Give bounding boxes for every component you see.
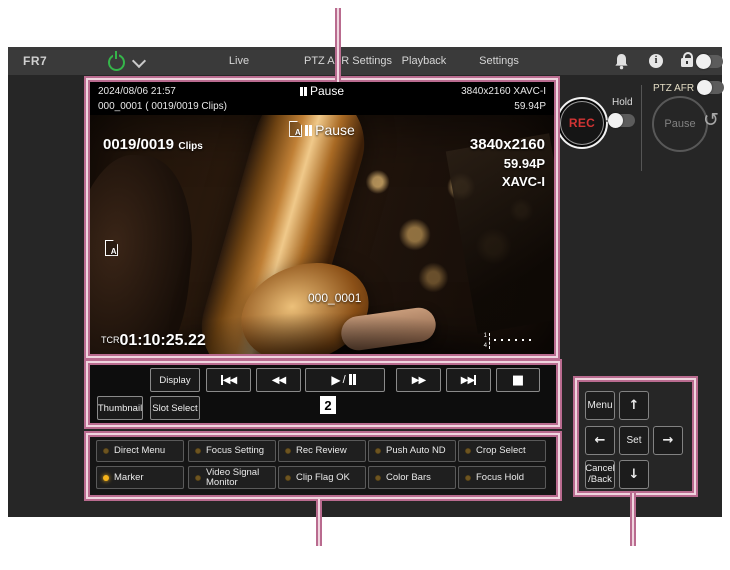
menu-button[interactable]: Menu: [585, 391, 615, 420]
rec-button[interactable]: REC: [556, 97, 608, 149]
playback-controls-annotation-box: Display ◀◀ ◀◀ ▶ / ▶▶ ▶▶ ■ Thumbnail Slot…: [88, 363, 558, 425]
assign-button-focus-setting[interactable]: Focus Setting: [188, 440, 276, 462]
monitor-annotation-box: 2024/08/06 21:57 3840x2160 XAVC-I Pause …: [88, 80, 556, 356]
pause-bars-icon: [349, 374, 359, 387]
stop-button[interactable]: ■: [496, 368, 540, 392]
assignable-buttons-annotation-box: Direct Menu Focus Setting Rec Review Pus…: [88, 435, 558, 497]
prev-icon: ◀◀: [223, 375, 236, 386]
left-button[interactable]: ←: [585, 426, 615, 455]
play-pause-button[interactable]: ▶ /: [305, 368, 385, 392]
pause-bars-icon: [305, 122, 315, 138]
stop-icon: ■: [512, 373, 524, 388]
app-title: FR7: [23, 47, 47, 75]
pause-bars-icon: [300, 84, 310, 98]
previous-clip-button[interactable]: ◀◀: [206, 368, 251, 392]
ptz-afr-label: PTZ AFR: [653, 83, 694, 94]
cancel-line2: /Back: [588, 475, 612, 485]
up-button[interactable]: ↑: [619, 391, 649, 420]
set-button[interactable]: Set: [619, 426, 649, 455]
assign-button-rec-review[interactable]: Rec Review: [278, 440, 366, 462]
led-indicator: [465, 475, 471, 481]
up-arrow-icon: ↑: [629, 398, 640, 413]
next-bar-icon: [474, 375, 476, 385]
video-frame: APause 0019/0019 Clips 3840x2160 59.94P …: [90, 115, 554, 354]
tab-playback[interactable]: Playback: [394, 47, 454, 75]
tab-ptz-afr-settings[interactable]: PTZ AFR Settings: [296, 47, 400, 75]
audio-level-meter: 14: [484, 331, 534, 349]
monitor-fps: 59.94P: [514, 101, 546, 112]
reset-icon[interactable]: ↺: [703, 109, 719, 131]
led-indicator: [375, 475, 381, 481]
play-icon: ▶: [331, 373, 339, 387]
next-icon: ▶▶: [461, 375, 474, 386]
separator: /: [343, 374, 346, 386]
down-arrow-icon: ↓: [629, 467, 640, 482]
callout-line-dpad: [630, 493, 636, 546]
osd-clip-name: 000_0001: [308, 291, 361, 305]
tab-live[interactable]: Live: [209, 47, 269, 75]
right-button[interactable]: →: [653, 426, 683, 455]
assign-button-marker[interactable]: Marker: [96, 466, 184, 489]
osd-timecode: TCR01:10:25.22: [101, 332, 206, 350]
assign-button-focus-hold[interactable]: Focus Hold: [458, 466, 546, 489]
lock-icon[interactable]: [681, 52, 693, 70]
led-indicator: [285, 475, 291, 481]
osd-format-stack: 3840x2160 59.94P XAVC-I: [470, 136, 545, 189]
led-indicator: [465, 448, 471, 454]
thumbnail-button[interactable]: Thumbnail: [97, 396, 143, 420]
annotation-badge-2: 2: [320, 396, 336, 414]
monitor-info-bar: 2024/08/06 21:57 3840x2160 XAVC-I Pause …: [90, 82, 554, 115]
hold-toggle[interactable]: [609, 114, 635, 127]
slot-a-icon: A: [105, 240, 121, 257]
osd-framerate: 59.94P: [470, 156, 545, 171]
monitor-status: Pause: [90, 84, 554, 98]
callout-line-assignable: [316, 499, 322, 546]
rewind-button[interactable]: ◀◀: [256, 368, 301, 392]
assign-button-push-auto-nd[interactable]: Push Auto ND: [368, 440, 456, 462]
led-indicator: [195, 475, 201, 481]
assign-button-video-signal-monitor[interactable]: Video Signal Monitor: [188, 466, 276, 489]
next-clip-button[interactable]: ▶▶: [446, 368, 491, 392]
assign-button-clip-flag-ok[interactable]: Clip Flag OK: [278, 466, 366, 489]
assign-button-crop-select[interactable]: Crop Select: [458, 440, 546, 462]
display-button[interactable]: Display: [150, 368, 200, 392]
rewind-icon: ◀◀: [272, 375, 285, 386]
slot-a-icon: A: [289, 121, 302, 137]
slot-select-button[interactable]: Slot Select: [150, 396, 200, 420]
right-arrow-icon: →: [663, 433, 674, 448]
hold-label: Hold: [612, 97, 633, 108]
notification-bell-icon[interactable]: [614, 53, 629, 75]
osd-clip-counter: 0019/0019 Clips: [103, 136, 203, 154]
cancel-back-button[interactable]: Cancel /Back: [585, 460, 615, 489]
ptz-afr-toggle[interactable]: [698, 81, 724, 94]
led-indicator: [375, 448, 381, 454]
led-indicator: [285, 448, 291, 454]
led-indicator: [195, 448, 201, 454]
callout-line-monitor: [335, 8, 341, 82]
pause-button[interactable]: Pause: [652, 96, 708, 152]
fast-forward-icon: ▶▶: [412, 375, 425, 386]
assign-button-color-bars[interactable]: Color Bars: [368, 466, 456, 489]
lock-keyhole: [686, 61, 688, 64]
assign-button-direct-menu[interactable]: Direct Menu: [96, 440, 184, 462]
info-icon[interactable]: i: [649, 54, 663, 68]
screenshot-root: FR7 Live PTZ AFR Settings Playback Setti…: [0, 0, 730, 570]
down-button[interactable]: ↓: [619, 460, 649, 489]
lock-toggle[interactable]: [697, 55, 723, 68]
power-icon[interactable]: [108, 54, 125, 71]
divider: [641, 85, 642, 171]
chevron-down-icon[interactable]: [132, 54, 146, 68]
monitor-clip-info: 000_0001 ( 0019/0019 Clips): [98, 101, 227, 112]
osd-codec: XAVC-I: [470, 174, 545, 189]
cancel-line1: Cancel: [585, 464, 615, 474]
left-arrow-icon: ←: [595, 433, 606, 448]
osd-resolution: 3840x2160: [470, 136, 545, 153]
tab-settings[interactable]: Settings: [470, 47, 528, 75]
led-indicator: [103, 475, 109, 481]
fast-forward-button[interactable]: ▶▶: [396, 368, 441, 392]
led-indicator: [103, 448, 109, 454]
dpad-annotation-box: Menu ↑ ← Set → Cancel /Back ↓: [577, 380, 694, 493]
